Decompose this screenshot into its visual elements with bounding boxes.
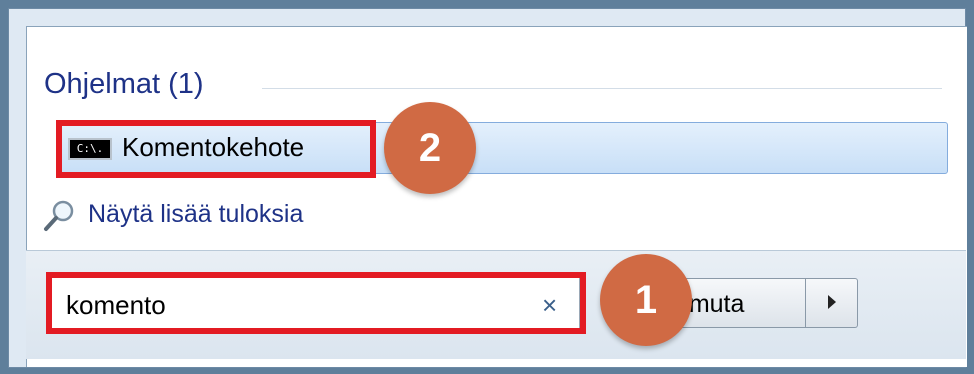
section-divider [262,88,942,89]
arrow-right-icon [828,295,836,309]
highlight-result [56,120,376,178]
section-title: Ohjelmat (1) [44,68,204,100]
show-more-results-link[interactable]: Näytä lisää tuloksia [88,200,303,229]
highlight-search-box [46,272,586,334]
step-badge-1: 1 [600,254,692,346]
search-icon[interactable] [42,198,78,234]
step-badge-2: 2 [384,102,476,194]
